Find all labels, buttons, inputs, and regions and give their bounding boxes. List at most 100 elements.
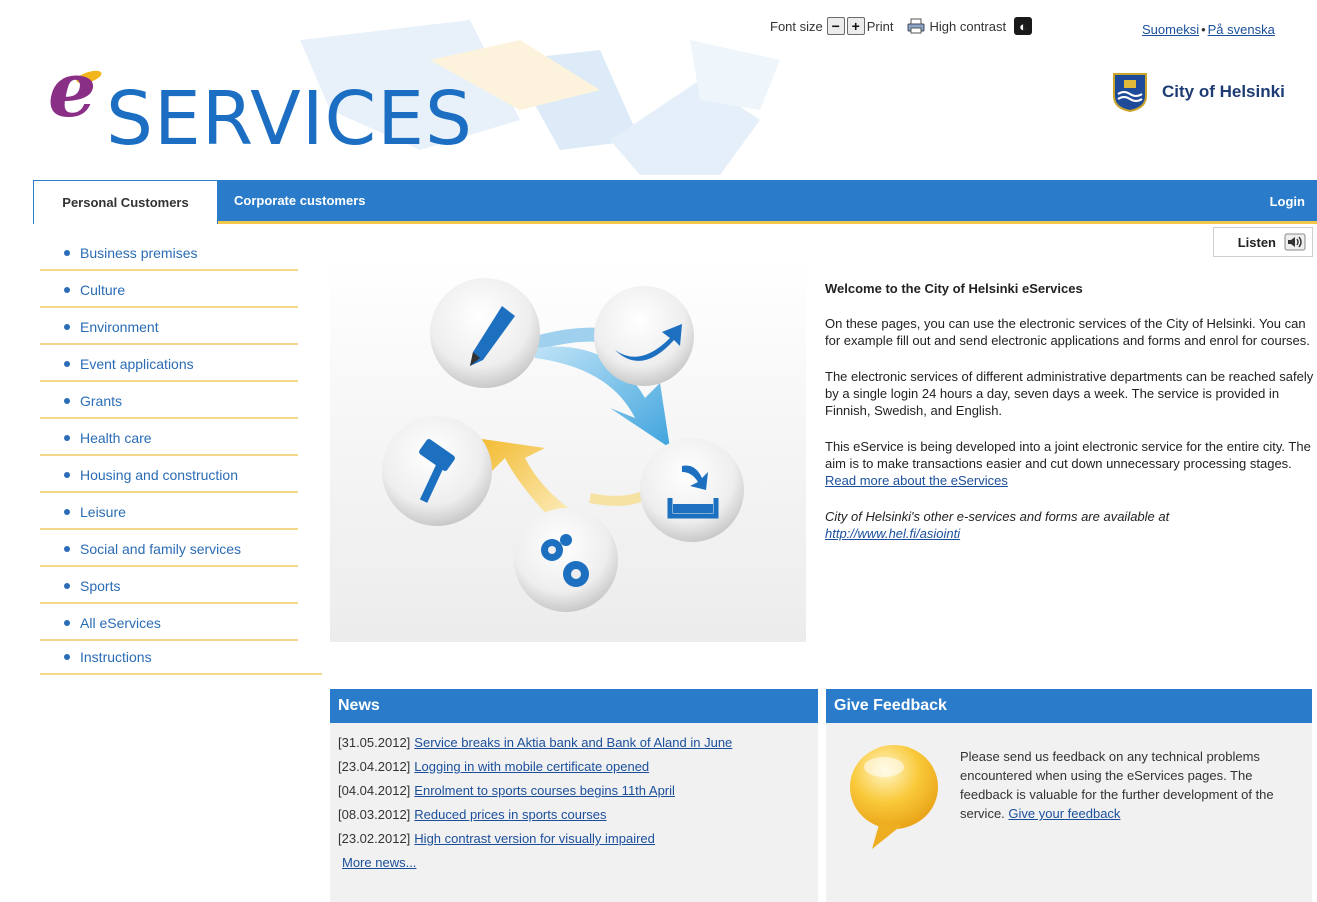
lang-separator: • — [1201, 22, 1206, 37]
header: e SERVICES Font size − + Print High cont… — [0, 0, 1317, 180]
welcome-paragraph-2: The electronic services of different adm… — [825, 369, 1314, 418]
sidebar-item-instructions[interactable]: Instructions — [40, 640, 322, 675]
sidebar-item-health-care[interactable]: Health care — [40, 421, 298, 456]
news-title: News — [330, 689, 818, 723]
helsinki-crest-icon — [1113, 73, 1147, 112]
printer-icon[interactable] — [907, 18, 925, 34]
sidebar-item-grants[interactable]: Grants — [40, 384, 298, 419]
city-name: City of Helsinki — [1162, 82, 1285, 101]
sidebar-item-label: All eServices — [80, 614, 161, 631]
language-links: Suomeksi • På svenska — [1142, 22, 1275, 37]
bullet — [64, 397, 70, 404]
sidebar-item-label: Sports — [80, 577, 121, 594]
listen-label: Listen — [1237, 234, 1276, 250]
main-navigation: Personal Customers Corporate customers L… — [33, 180, 1317, 224]
bullet — [64, 508, 70, 515]
bullet — [64, 653, 70, 660]
news-link[interactable]: Enrolment to sports courses begins 11th … — [414, 781, 675, 800]
feedback-text-block: Please send us feedback on any technical… — [960, 747, 1306, 823]
feedback-box: Give Feedback Please send us feedback on… — [826, 689, 1312, 902]
tab-corporate-customers[interactable]: Corporate customers — [234, 193, 365, 208]
gavel-sphere — [382, 416, 492, 526]
give-feedback-link[interactable]: Give your feedback — [1008, 806, 1120, 821]
redo-sphere — [594, 286, 694, 386]
sidebar-item-label: Social and family services — [80, 540, 242, 557]
tab-personal-customers[interactable]: Personal Customers — [33, 180, 218, 224]
pen-sphere — [430, 278, 540, 388]
bullet — [64, 434, 70, 441]
news-item: [04.04.2012] Enrolment to sports courses… — [338, 781, 810, 800]
news-date: [31.05.2012] — [338, 735, 411, 750]
news-link[interactable]: High contrast version for visually impai… — [414, 829, 655, 848]
high-contrast-icon[interactable]: ◐ — [1014, 17, 1033, 35]
read-more-link[interactable]: Read more about the eServices — [825, 473, 1008, 488]
gears-sphere — [514, 508, 618, 612]
high-contrast-label: High contrast — [929, 18, 1007, 34]
sidebar-item-label: Housing and construction — [80, 466, 238, 483]
sidebar-item-environment[interactable]: Environment — [40, 310, 298, 345]
process-cycle-graphic — [382, 278, 744, 612]
welcome-paragraph-1: On these pages, you can use the electron… — [825, 316, 1310, 348]
speaker-icon — [1284, 233, 1306, 251]
bullet — [64, 582, 70, 589]
bullet — [64, 619, 70, 626]
bullet — [64, 471, 70, 478]
lang-finnish-link[interactable]: Suomeksi — [1142, 22, 1199, 37]
listen-button[interactable]: Listen — [1213, 227, 1313, 257]
news-link[interactable]: Logging in with mobile certificate opene… — [414, 757, 649, 776]
sidebar-item-event-applications[interactable]: Event applications — [40, 347, 298, 382]
sidebar-item-housing-and-construction[interactable]: Housing and construction — [40, 458, 298, 493]
bullet — [64, 360, 70, 367]
welcome-paragraph-3: This eService is being developed into a … — [825, 438, 1317, 489]
sidebar-item-label: Business premises — [80, 244, 198, 261]
sidebar-item-label: Environment — [80, 318, 159, 335]
sidebar-item-leisure[interactable]: Leisure — [40, 495, 298, 530]
sidebar-item-label: Leisure — [80, 503, 126, 520]
bullet — [64, 249, 70, 256]
font-decrease-button[interactable]: − — [826, 17, 845, 35]
news-date: [23.04.2012] — [338, 759, 411, 774]
news-box: News [31.05.2012] Service breaks in Akti… — [330, 689, 818, 902]
news-date: [04.04.2012] — [338, 783, 411, 798]
bullet — [64, 286, 70, 293]
other-services-link[interactable]: http://www.hel.fi/asiointi — [825, 526, 960, 541]
font-increase-button[interactable]: + — [846, 17, 865, 35]
news-date: [08.03.2012] — [338, 807, 411, 822]
other-services-paragraph: City of Helsinki's other e-services and … — [825, 508, 1317, 542]
news-item: [23.02.2012] High contrast version for v… — [338, 829, 810, 848]
sidebar-item-sports[interactable]: Sports — [40, 569, 298, 604]
welcome-paragraph-3-text: This eService is being developed into a … — [825, 439, 1311, 471]
sidebar-item-culture[interactable]: Culture — [40, 273, 298, 308]
logo-word: SERVICES — [106, 76, 473, 162]
sidebar-instructions-block: Instructions — [40, 640, 322, 677]
city-of-helsinki-logo[interactable]: City of Helsinki — [1112, 72, 1285, 112]
lang-swedish-link[interactable]: På svenska — [1208, 22, 1275, 37]
bullet — [64, 545, 70, 552]
print-label: Print — [866, 18, 894, 34]
feedback-title: Give Feedback — [826, 689, 1312, 723]
news-link[interactable]: Reduced prices in sports courses — [414, 805, 606, 824]
news-date: [23.02.2012] — [338, 831, 411, 846]
welcome-title: Welcome to the City of Helsinki eService… — [825, 281, 1083, 296]
sidebar-item-social-and-family-services[interactable]: Social and family services — [40, 532, 298, 567]
news-item: [08.03.2012] Reduced prices in sports co… — [338, 805, 810, 824]
sidebar-item-label: Grants — [80, 392, 123, 409]
news-item: [31.05.2012] Service breaks in Aktia ban… — [338, 733, 810, 752]
inbox-sphere — [640, 438, 744, 542]
speech-bubble-icon — [850, 745, 938, 849]
sidebar-item-label: Health care — [80, 429, 152, 446]
other-services-text: City of Helsinki's other e-services and … — [825, 509, 1170, 524]
sidebar-service-categories: Business premises Culture Environment Ev… — [40, 236, 298, 643]
sidebar-item-all-eservices[interactable]: All eServices — [40, 606, 298, 641]
logo-letter: e — [48, 45, 97, 134]
news-list: [31.05.2012] Service breaks in Aktia ban… — [330, 723, 818, 872]
accessibility-toolbar: Font size − + Print High contrast ◐ — [770, 14, 1033, 38]
welcome-section: Welcome to the City of Helsinki eService… — [825, 280, 1317, 561]
news-item: [23.04.2012] Logging in with mobile cert… — [338, 757, 810, 776]
eservices-process-illustration — [330, 258, 806, 642]
login-link[interactable]: Login — [1270, 194, 1305, 209]
news-link[interactable]: Service breaks in Aktia bank and Bank of… — [414, 733, 732, 752]
sidebar-item-label: Event applications — [80, 355, 194, 372]
sidebar-item-business-premises[interactable]: Business premises — [40, 236, 298, 271]
more-news-link[interactable]: More news... — [342, 855, 416, 870]
